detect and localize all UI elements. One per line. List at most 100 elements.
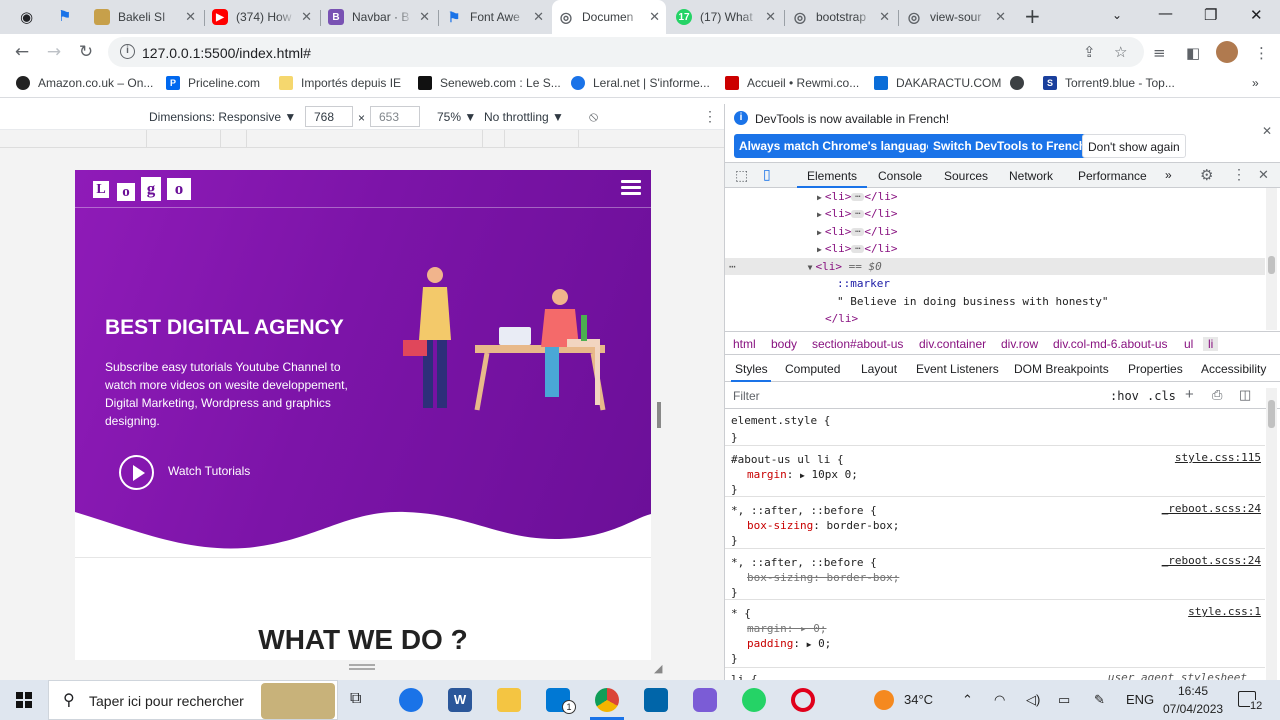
crumb-ul[interactable]: ul: [1184, 337, 1193, 351]
dom-node[interactable]: ▶ <li>… </li>: [725, 240, 1265, 257]
opera-icon[interactable]: [791, 688, 815, 712]
dom-marker[interactable]: ::marker: [725, 275, 1265, 292]
subtab-dom-breakpoints[interactable]: DOM Breakpoints: [1014, 362, 1109, 376]
wifi-icon[interactable]: ◠: [994, 692, 1005, 708]
dom-node[interactable]: ▶ <li>… </li>: [725, 223, 1265, 240]
settings-gear-icon[interactable]: ⚙: [1200, 166, 1213, 184]
new-tab-plus-icon[interactable]: +: [1024, 4, 1041, 28]
taskbar-search[interactable]: ⚲ Taper ici pour rechercher: [48, 680, 338, 720]
kebab-menu-icon[interactable]: ⋮: [1254, 44, 1269, 62]
tab-search-icon[interactable]: ◉: [20, 8, 33, 26]
tab-sources[interactable]: Sources: [944, 169, 988, 183]
bookmark-torrent9[interactable]: S Torrent9.blue - Top...: [1043, 76, 1175, 90]
rendering-emulation-icon[interactable]: ⎙: [1212, 387, 1222, 403]
tab-elements[interactable]: Elements: [807, 169, 857, 183]
width-input[interactable]: 768: [305, 106, 353, 127]
styles-scrollbar[interactable]: [1266, 388, 1277, 680]
bookmark-globe[interactable]: [1010, 76, 1032, 90]
tab-navbar[interactable]: B Navbar · B ✕: [322, 0, 436, 34]
logo-letter[interactable]: L: [93, 181, 109, 198]
subtab-event-listeners[interactable]: Event Listeners: [916, 362, 999, 376]
resize-corner-icon[interactable]: ◢: [654, 663, 666, 675]
side-panel-icon[interactable]: ◧: [1186, 44, 1200, 62]
dom-scrollbar[interactable]: [1266, 188, 1277, 330]
battery-icon[interactable]: ▭: [1058, 692, 1070, 708]
share-icon[interactable]: ⇪: [1083, 43, 1096, 61]
close-devtools-icon[interactable]: ✕: [1258, 167, 1269, 183]
bookmarks-overflow-icon[interactable]: »: [1252, 76, 1259, 90]
dom-node[interactable]: ▶ <li>… </li>: [725, 188, 1265, 205]
filter-input[interactable]: Filter: [733, 389, 760, 403]
forward-arrow-icon[interactable]: →: [42, 40, 66, 64]
tab-document-active[interactable]: ◎ Documen ✕: [552, 0, 666, 34]
rotate-icon[interactable]: ⦸: [589, 108, 598, 125]
resize-handle-bottom[interactable]: [349, 664, 375, 672]
tab-youtube[interactable]: ▶ (374) How ✕: [206, 0, 318, 34]
language-indicator[interactable]: ENG: [1126, 692, 1154, 707]
pen-icon[interactable]: ✎: [1094, 692, 1105, 708]
chevron-down-icon[interactable]: ⌄: [1112, 8, 1122, 22]
close-window-icon[interactable]: ✕: [1250, 6, 1263, 24]
whatsapp-icon[interactable]: [742, 688, 766, 712]
dont-show-again-button[interactable]: Don't show again: [1082, 134, 1186, 158]
crumb-li[interactable]: li: [1203, 337, 1219, 351]
bookmark-folder-ie[interactable]: Importés depuis IE: [279, 76, 401, 90]
dom-node-selected[interactable]: ⋯ ▼ <li> == $0: [725, 258, 1265, 275]
source-link[interactable]: _reboot.scss:24: [1162, 502, 1261, 515]
word-icon[interactable]: W: [448, 688, 472, 712]
tab-whatsapp[interactable]: 17 (17) What ✕: [670, 0, 782, 34]
new-rule-plus-icon[interactable]: +: [1185, 386, 1194, 403]
logo-letter[interactable]: g: [141, 177, 161, 201]
crumb-html[interactable]: html: [733, 337, 756, 351]
crumb-row[interactable]: div.row: [1001, 337, 1038, 351]
hamburger-menu-icon[interactable]: [621, 180, 641, 196]
bookmark-dakaractu[interactable]: DAKARACTU.COM: [874, 76, 1001, 90]
close-icon[interactable]: ✕: [1262, 124, 1272, 138]
chrome-icon[interactable]: [595, 688, 619, 712]
back-arrow-icon[interactable]: ←: [10, 40, 34, 64]
close-icon[interactable]: ✕: [185, 9, 196, 25]
switch-french-button[interactable]: Switch DevTools to French: [928, 134, 1092, 158]
more-tabs-icon[interactable]: »: [1165, 168, 1172, 182]
dom-node[interactable]: ▶ <li>… </li>: [725, 205, 1265, 222]
source-link[interactable]: style.css:115: [1175, 451, 1261, 464]
inspect-element-icon[interactable]: ⬚: [735, 167, 748, 184]
bookmark-rewmi[interactable]: Accueil • Rewmi.co...: [725, 76, 859, 90]
dom-text-node[interactable]: " Believe in doing business with honesty…: [725, 293, 1265, 310]
rule-element-style[interactable]: element.style { }: [725, 410, 1265, 446]
more-options-icon[interactable]: ⋮: [703, 108, 717, 125]
kebab-menu-icon[interactable]: ⋮: [1232, 166, 1246, 183]
bookmark-leral[interactable]: Leral.net | S'informe...: [571, 76, 710, 90]
play-circle-icon[interactable]: [119, 455, 154, 490]
rule-box-sizing[interactable]: *, ::after, ::before { _reboot.scss:24 b…: [725, 498, 1265, 549]
crumb-container[interactable]: div.container: [919, 337, 986, 351]
pinned-flag-icon[interactable]: ⚑: [58, 7, 71, 25]
rule-box-sizing-overridden[interactable]: *, ::after, ::before { _reboot.scss:24 b…: [725, 550, 1265, 600]
device-toggle-icon[interactable]: ▯: [763, 166, 771, 183]
height-input[interactable]: 653: [370, 106, 420, 127]
rule-about-us-li[interactable]: #about-us ul li { style.css:115 margin: …: [725, 447, 1265, 497]
logo-letter[interactable]: o: [117, 183, 135, 201]
clock-time[interactable]: 16:45: [1178, 684, 1208, 698]
minimize-icon[interactable]: —: [1158, 4, 1173, 22]
tab-bootstrap[interactable]: ◎ bootstrap ✕: [786, 0, 896, 34]
tab-view-source[interactable]: ◎ view-sour ✕: [900, 0, 1012, 34]
resize-handle-right[interactable]: [657, 402, 661, 428]
close-icon[interactable]: ✕: [879, 9, 890, 25]
subtab-styles[interactable]: Styles: [735, 362, 768, 376]
dimensions-select[interactable]: Dimensions: Responsive ▼: [149, 110, 296, 124]
tab-performance[interactable]: Performance: [1078, 169, 1147, 183]
cls-toggle[interactable]: .cls: [1147, 389, 1176, 403]
close-icon[interactable]: ✕: [419, 9, 430, 25]
temperature[interactable]: 34°C: [904, 692, 933, 707]
chevron-up-icon[interactable]: ⌃: [962, 692, 973, 708]
zoom-select[interactable]: 75% ▼: [437, 110, 476, 124]
tab-bakeli[interactable]: Bakeli SI ✕: [88, 0, 202, 34]
source-link[interactable]: style.css:1: [1188, 605, 1261, 618]
bookmark-priceline[interactable]: P Priceline.com: [166, 76, 260, 90]
crumb-section[interactable]: section#about-us: [812, 337, 903, 351]
tab-font-awesome[interactable]: ⚑ Font Awe ✕: [440, 0, 550, 34]
reload-icon[interactable]: ↻: [74, 40, 98, 64]
crumb-body[interactable]: body: [771, 337, 797, 351]
subtab-layout[interactable]: Layout: [861, 362, 897, 376]
